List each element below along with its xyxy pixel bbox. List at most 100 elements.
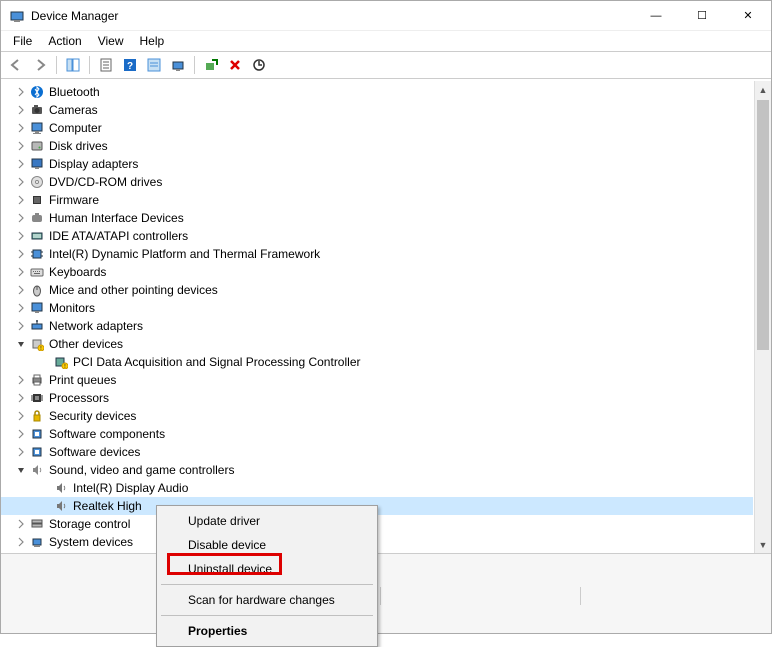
audio-icon (53, 480, 69, 496)
tree-row[interactable]: Security devices (1, 407, 753, 425)
vertical-scrollbar[interactable]: ▲ ▼ (754, 81, 771, 553)
tree-row[interactable]: Print queues (1, 371, 753, 389)
cpu-icon (29, 390, 45, 406)
chevron-right-icon[interactable] (13, 393, 29, 403)
chevron-right-icon[interactable] (13, 123, 29, 133)
display-icon (29, 156, 45, 172)
uninstall-button[interactable] (224, 54, 246, 76)
tree-row[interactable]: Firmware (1, 191, 753, 209)
status-cell (381, 587, 581, 605)
dvd-icon (29, 174, 45, 190)
menu-file[interactable]: File (5, 32, 40, 50)
tree-row[interactable]: Intel(R) Dynamic Platform and Thermal Fr… (1, 245, 753, 263)
tree-row[interactable]: IDE ATA/ATAPI controllers (1, 227, 753, 245)
chevron-right-icon[interactable] (13, 429, 29, 439)
chevron-right-icon[interactable] (13, 87, 29, 97)
update-button[interactable] (167, 54, 189, 76)
tree-row[interactable]: Keyboards (1, 263, 753, 281)
scrollbar-thumb[interactable] (757, 100, 769, 350)
chevron-down-icon[interactable] (13, 465, 29, 475)
tree-row[interactable]: Display adapters (1, 155, 753, 173)
toolbar-separator (89, 56, 90, 74)
tree-row[interactable]: Software components (1, 425, 753, 443)
context-menu-separator (161, 584, 373, 585)
enable-button[interactable] (200, 54, 222, 76)
hid-icon (29, 210, 45, 226)
chevron-right-icon[interactable] (13, 249, 29, 259)
tree-item-label: Display adapters (49, 157, 138, 171)
scroll-up-button[interactable]: ▲ (755, 81, 771, 98)
tree-row[interactable]: DVD/CD-ROM drives (1, 173, 753, 191)
tree-row[interactable]: Disk drives (1, 137, 753, 155)
security-icon (29, 408, 45, 424)
toolbar-button[interactable] (143, 54, 165, 76)
scan-hardware-button[interactable] (248, 54, 270, 76)
tree-item-label: Mice and other pointing devices (49, 283, 218, 297)
tree-row[interactable]: !PCI Data Acquisition and Signal Process… (1, 353, 753, 371)
context-menu-item[interactable]: Uninstall device (160, 557, 374, 581)
show-hide-tree-button[interactable] (62, 54, 84, 76)
context-menu-item[interactable]: Properties (160, 619, 374, 643)
chevron-right-icon[interactable] (13, 231, 29, 241)
toolbar: ? (1, 51, 771, 79)
close-button[interactable]: ✕ (725, 1, 771, 30)
chevron-right-icon[interactable] (13, 159, 29, 169)
tree-item-label: Computer (49, 121, 102, 135)
context-menu: Update driverDisable deviceUninstall dev… (156, 505, 378, 647)
chevron-right-icon[interactable] (13, 411, 29, 421)
tree-row[interactable]: Sound, video and game controllers (1, 461, 753, 479)
tree-row[interactable]: Software devices (1, 443, 753, 461)
chevron-right-icon[interactable] (13, 519, 29, 529)
tree-row[interactable]: Processors (1, 389, 753, 407)
chevron-right-icon[interactable] (13, 267, 29, 277)
help-button[interactable]: ? (119, 54, 141, 76)
chevron-right-icon[interactable] (13, 321, 29, 331)
disk-icon (29, 138, 45, 154)
other-warn-icon: ! (53, 354, 69, 370)
properties-button[interactable] (95, 54, 117, 76)
tree-item-label: Security devices (49, 409, 136, 423)
chevron-right-icon[interactable] (13, 105, 29, 115)
sound-icon (29, 462, 45, 478)
context-menu-item[interactable]: Update driver (160, 509, 374, 533)
tree-item-label: Human Interface Devices (49, 211, 184, 225)
tree-row[interactable]: Network adapters (1, 317, 753, 335)
chevron-right-icon[interactable] (13, 141, 29, 151)
tree-row[interactable]: Human Interface Devices (1, 209, 753, 227)
tree-row[interactable]: Intel(R) Display Audio (1, 479, 753, 497)
forward-button[interactable] (29, 54, 51, 76)
tree-row[interactable]: !Other devices (1, 335, 753, 353)
back-button[interactable] (5, 54, 27, 76)
tree-row[interactable]: Computer (1, 119, 753, 137)
window-controls: — ☐ ✕ (633, 1, 771, 30)
menu-help[interactable]: Help (132, 32, 173, 50)
menu-view[interactable]: View (90, 32, 132, 50)
tree-row[interactable]: Mice and other pointing devices (1, 281, 753, 299)
chevron-down-icon[interactable] (13, 339, 29, 349)
tree-row[interactable]: Cameras (1, 101, 753, 119)
chevron-right-icon[interactable] (13, 303, 29, 313)
context-menu-item[interactable]: Scan for hardware changes (160, 588, 374, 612)
chevron-right-icon[interactable] (13, 447, 29, 457)
chevron-right-icon[interactable] (13, 375, 29, 385)
tree[interactable]: BluetoothCameras Computer Disk drives Displ… (1, 81, 753, 553)
chip-icon (29, 246, 45, 262)
context-menu-item[interactable]: Disable device (160, 533, 374, 557)
tree-item-label: IDE ATA/ATAPI controllers (49, 229, 188, 243)
tree-row[interactable]: Monitors (1, 299, 753, 317)
menu-action[interactable]: Action (40, 32, 89, 50)
chevron-right-icon[interactable] (13, 537, 29, 547)
tree-view: BluetoothCameras Computer Disk drives Displ… (1, 81, 771, 553)
chevron-right-icon[interactable] (13, 285, 29, 295)
scroll-down-button[interactable]: ▼ (755, 536, 771, 553)
tree-item-label: Intel(R) Display Audio (73, 481, 188, 495)
chevron-right-icon[interactable] (13, 195, 29, 205)
chevron-right-icon[interactable] (13, 177, 29, 187)
mouse-icon (29, 282, 45, 298)
chevron-right-icon[interactable] (13, 213, 29, 223)
maximize-button[interactable]: ☐ (679, 1, 725, 30)
camera-icon (29, 102, 45, 118)
minimize-button[interactable]: — (633, 1, 679, 30)
tree-row[interactable]: Bluetooth (1, 83, 753, 101)
titlebar: Device Manager — ☐ ✕ (1, 1, 771, 31)
